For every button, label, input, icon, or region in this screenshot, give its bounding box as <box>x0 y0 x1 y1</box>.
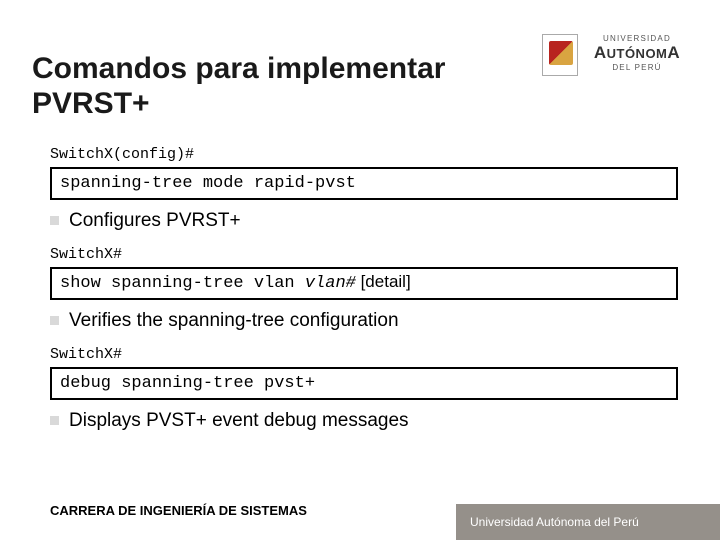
cli-prompt: SwitchX# <box>50 246 678 263</box>
command-arg: vlan# <box>305 274 356 293</box>
logo-line-peru: DEL PERÚ <box>582 63 692 72</box>
slide: Comandos para implementarPVRST+ UNIVERSI… <box>0 0 720 540</box>
command-box: show spanning-tree vlan vlan# [detail] <box>50 267 678 300</box>
square-bullet-icon <box>50 416 59 425</box>
command-text: spanning-tree mode rapid-pvst <box>60 174 356 193</box>
logo-text: UNIVERSIDAD AUTÓNOMA DEL PERÚ <box>582 34 692 72</box>
command-opt: [detail] <box>356 272 411 291</box>
cli-prompt: SwitchX(config)# <box>50 146 678 163</box>
command-section-2: SwitchX# show spanning-tree vlan vlan# [… <box>50 246 678 332</box>
bullet-text: Configures PVRST+ <box>69 210 241 232</box>
command-text: show spanning-tree vlan <box>60 274 305 293</box>
command-box: spanning-tree mode rapid-pvst <box>50 167 678 200</box>
bullet-item: Displays PVST+ event debug messages <box>50 410 678 432</box>
bullet-text: Verifies the spanning-tree configuration <box>69 310 399 332</box>
content-area: SwitchX(config)# spanning-tree mode rapi… <box>50 146 678 446</box>
command-text: debug spanning-tree pvst+ <box>60 374 315 393</box>
bullet-item: Configures PVRST+ <box>50 210 678 232</box>
footer-band-text: Universidad Autónoma del Perú <box>470 515 639 529</box>
logo-line-autonoma: AUTÓNOMA <box>582 43 692 63</box>
slide-title: Comandos para implementarPVRST+ <box>32 52 445 121</box>
command-section-1: SwitchX(config)# spanning-tree mode rapi… <box>50 146 678 232</box>
command-section-3: SwitchX# debug spanning-tree pvst+ Displ… <box>50 346 678 432</box>
bullet-item: Verifies the spanning-tree configuration <box>50 310 678 332</box>
university-logo: UNIVERSIDAD AUTÓNOMA DEL PERÚ <box>542 28 692 82</box>
footer-band: Universidad Autónoma del Perú <box>456 504 720 540</box>
square-bullet-icon <box>50 216 59 225</box>
bullet-text: Displays PVST+ event debug messages <box>69 410 409 432</box>
shield-icon <box>542 34 578 76</box>
footer-left-text: CARRERA DE INGENIERÍA DE SISTEMAS <box>50 503 307 518</box>
cli-prompt: SwitchX# <box>50 346 678 363</box>
square-bullet-icon <box>50 316 59 325</box>
command-box: debug spanning-tree pvst+ <box>50 367 678 400</box>
logo-line-universidad: UNIVERSIDAD <box>582 34 692 43</box>
